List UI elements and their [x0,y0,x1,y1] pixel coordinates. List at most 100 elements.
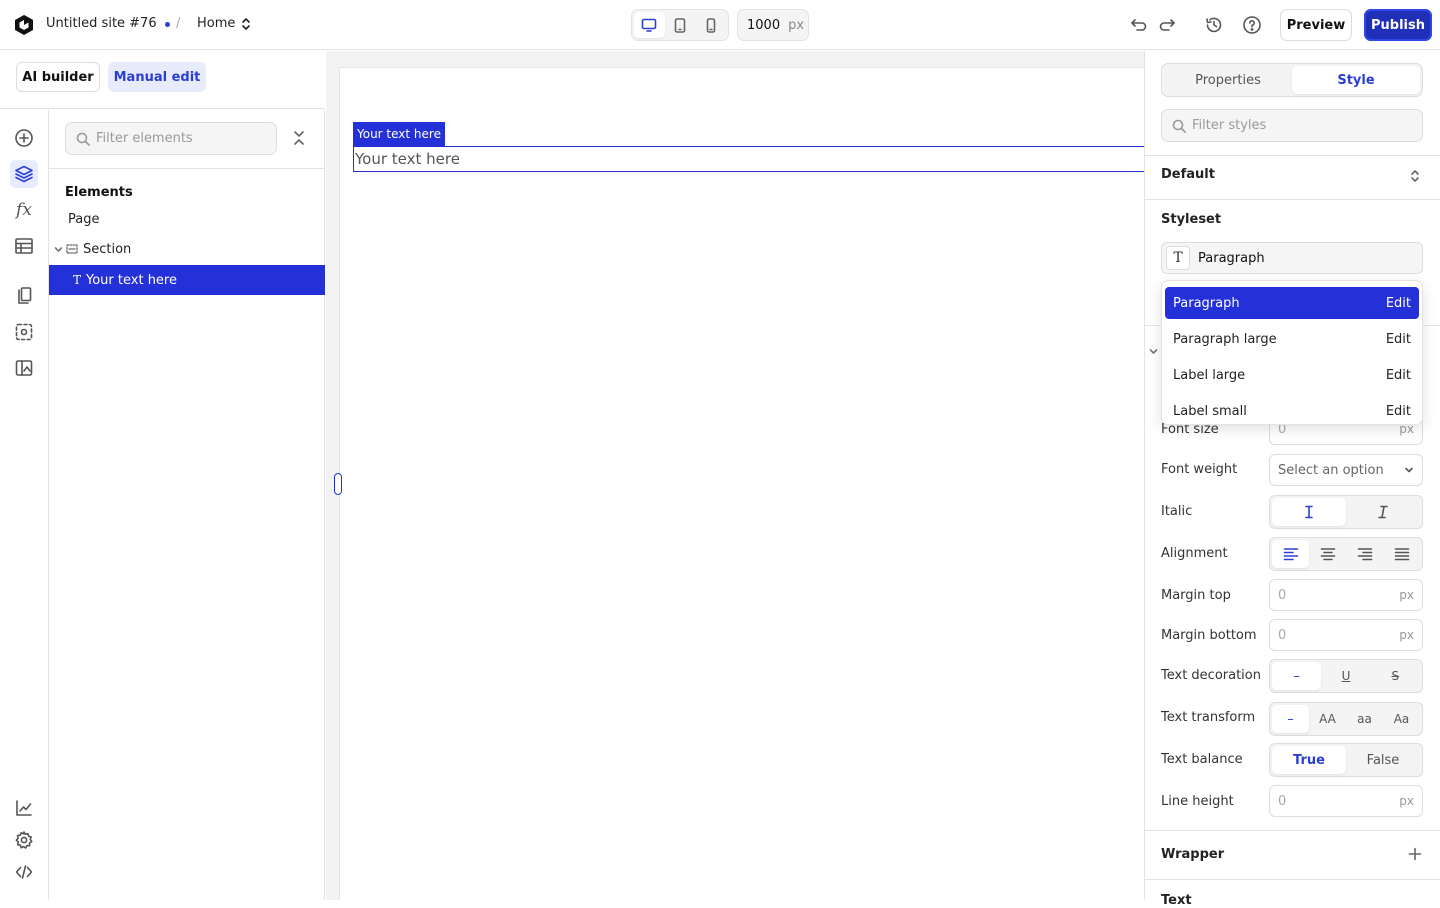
lowercase-option[interactable]: aa [1346,705,1383,733]
chevron-down-icon[interactable] [1149,347,1158,356]
redo-icon[interactable] [1159,15,1179,35]
line-height-input[interactable]: 0 px [1269,785,1423,817]
manual-edit-button[interactable]: Manual edit [108,62,206,92]
settings-icon[interactable] [10,826,38,854]
option-label: Label large [1173,367,1246,383]
chevron-down-icon[interactable] [54,245,63,254]
line-height-unit: px [1399,794,1414,808]
chevron-updown-icon[interactable] [1410,169,1420,183]
page-selector[interactable]: Home [197,16,251,31]
line-height-value: 0 [1278,793,1287,809]
margin-bottom-value: 0 [1278,627,1287,643]
default-state-label[interactable]: Default [1161,167,1215,182]
tree-item-page[interactable]: Page [49,204,325,234]
ai-builder-button[interactable]: AI builder [16,62,100,92]
text-decoration-toggle: – U S [1269,659,1423,693]
tree-item-label: Your text here [86,272,177,288]
margin-bottom-input[interactable]: 0 px [1269,619,1423,651]
tree-item-label: Page [68,211,100,227]
divider [1145,830,1440,831]
styleset-value: Paragraph [1198,250,1265,266]
page-name: Home [197,16,236,31]
table-icon[interactable] [10,232,38,260]
margin-top-value: 0 [1278,587,1287,603]
publish-button[interactable]: Publish [1364,9,1432,41]
selected-element-tag[interactable]: Your text here [353,122,445,146]
canvas-width-input[interactable]: 1000 px [737,9,809,41]
align-justify-icon[interactable] [1383,540,1420,568]
divider [1145,199,1440,200]
elements-panel: Filter elements Elements Page Section T … [49,110,325,900]
styleset-select[interactable]: T Paragraph [1161,242,1423,274]
divider [49,168,325,169]
styleset-option-paragraph[interactable]: Paragraph Edit [1165,287,1419,319]
styleset-option-label-large[interactable]: Label large Edit [1165,359,1419,391]
desktop-icon[interactable] [634,12,665,38]
unsaved-indicator [165,22,170,27]
capitalize-option[interactable]: Aa [1383,705,1420,733]
balance-false-option[interactable]: False [1346,746,1420,774]
assets-icon[interactable] [10,354,38,382]
edit-link[interactable]: Edit [1386,404,1411,419]
layers-icon[interactable] [10,160,38,188]
balance-true-option[interactable]: True [1272,746,1346,774]
styleset-option-label-small[interactable]: Label small Edit [1165,395,1419,427]
help-icon[interactable] [1242,15,1262,35]
tree-item-label: Section [83,241,132,257]
device-switcher [631,9,729,41]
margin-top-input[interactable]: 0 px [1269,579,1423,611]
edit-link[interactable]: Edit [1386,332,1411,347]
canvas-resize-handle[interactable] [334,473,342,495]
add-icon[interactable] [10,124,38,152]
italic-label: Italic [1161,504,1193,519]
wrapper-section-title[interactable]: Wrapper [1161,847,1224,862]
filter-styles-input[interactable]: Filter styles [1161,109,1423,142]
panel-tabs: Properties Style [1161,63,1423,97]
transform-none-option[interactable]: – [1272,705,1309,733]
pages-icon[interactable] [10,282,38,310]
align-center-icon[interactable] [1309,540,1346,568]
components-icon[interactable] [10,318,38,346]
canvas-page[interactable] [339,67,1144,900]
alignment-toggle [1269,537,1423,571]
mobile-icon[interactable] [695,12,726,38]
analytics-icon[interactable] [10,794,38,822]
underline-option[interactable]: U [1321,662,1370,690]
section-icon [66,243,78,255]
next-section-title[interactable]: Text [1161,893,1192,908]
filter-elements-input[interactable]: Filter elements [65,122,277,155]
decoration-none-option[interactable]: – [1272,662,1322,690]
undo-icon[interactable] [1127,15,1147,35]
tab-style[interactable]: Style [1292,66,1420,94]
text-type-icon: T [73,273,82,287]
font-weight-value: Select an option [1278,462,1384,478]
font-weight-select[interactable]: Select an option [1269,454,1423,486]
app-logo-icon[interactable] [13,14,35,36]
tree-item-text[interactable]: T Your text here [49,265,325,295]
canvas-text-element[interactable]: Your text here [353,146,1144,172]
preview-button[interactable]: Preview [1280,9,1352,41]
uppercase-option[interactable]: AA [1309,705,1346,733]
plus-icon[interactable] [1408,847,1422,861]
strikethrough-option[interactable]: S [1371,662,1420,690]
search-icon [76,132,90,146]
text-style-icon: T [1166,246,1190,270]
code-icon[interactable] [10,858,38,886]
align-left-icon[interactable] [1272,540,1309,568]
text-cursor-icon[interactable] [1272,498,1346,526]
align-right-icon[interactable] [1346,540,1383,568]
search-icon [1172,119,1186,133]
history-icon[interactable] [1204,15,1224,35]
canvas-width-value: 1000 [747,17,781,33]
edit-link[interactable]: Edit [1386,296,1411,311]
styleset-option-paragraph-large[interactable]: Paragraph large Edit [1165,323,1419,355]
collapse-all-icon[interactable] [292,130,306,146]
italic-icon[interactable] [1346,498,1420,526]
edit-link[interactable]: Edit [1386,368,1411,383]
tablet-icon[interactable] [665,12,696,38]
site-name[interactable]: Untitled site #76 [46,16,157,31]
tree-item-section[interactable]: Section [49,234,325,264]
chevron-down-icon [1404,465,1414,475]
tab-properties[interactable]: Properties [1164,66,1292,94]
function-icon[interactable]: fx [10,196,38,224]
